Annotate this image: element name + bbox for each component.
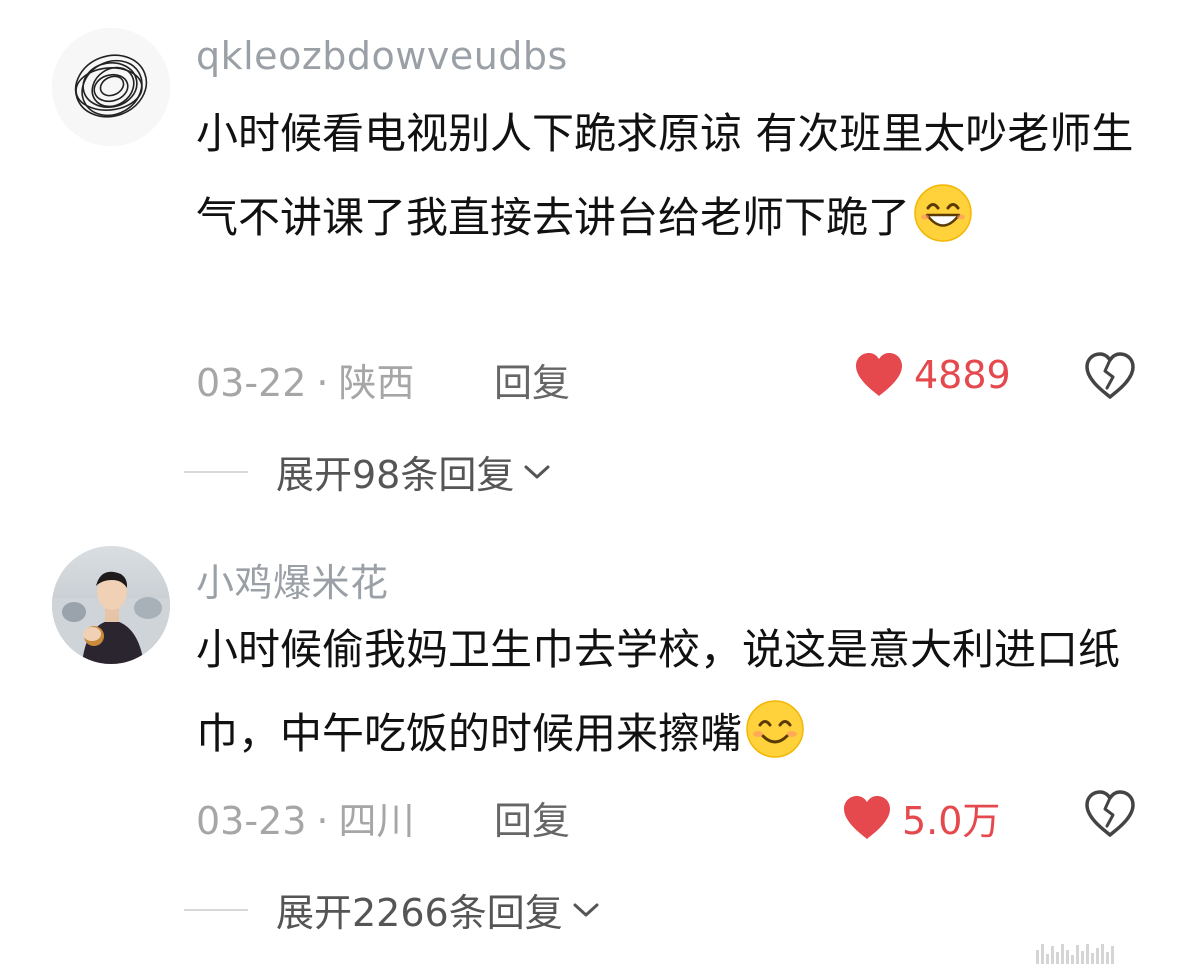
- heart-icon: [844, 795, 890, 839]
- grinning-face-icon: [912, 182, 974, 272]
- like-count: 4889: [914, 353, 1011, 397]
- comment-body: 小时候偷我妈卫生巾去学校，说这是意大利进口纸巾，中午吃饭的时候用来擦嘴: [196, 625, 1121, 758]
- expand-replies-label[interactable]: 展开98条回复: [276, 444, 514, 499]
- person-photo-icon: [52, 546, 170, 664]
- avatar[interactable]: [52, 546, 170, 664]
- comment-location: 陕西: [338, 361, 415, 405]
- reply-button[interactable]: 回复: [494, 790, 570, 845]
- expand-replies[interactable]: 展开98条回复: [184, 444, 552, 499]
- chevron-down-icon: [524, 465, 550, 478]
- divider: [184, 908, 248, 911]
- comment-date: 03-23: [196, 799, 307, 843]
- comment-date: 03-22: [196, 361, 307, 405]
- avatar[interactable]: [52, 28, 170, 146]
- like-button[interactable]: 5.0万: [842, 790, 1000, 845]
- comment-text: 小时候看电视别人下跪求原谅 有次班里太吵老师生气不讲课了我直接去讲台给老师下跪了: [196, 92, 1166, 272]
- meta-separator: ·: [316, 799, 329, 843]
- reply-button[interactable]: 回复: [494, 352, 570, 407]
- comment-meta: 03-22 · 陕西: [196, 352, 415, 407]
- divider: [184, 470, 248, 473]
- meta-separator: ·: [316, 361, 329, 405]
- broken-heart-icon: [1085, 352, 1135, 399]
- username[interactable]: 小鸡爆米花: [196, 552, 389, 607]
- expand-replies-label[interactable]: 展开2266条回复: [276, 882, 563, 937]
- chevron-down-icon: [573, 903, 599, 916]
- scribble-avatar-icon: [52, 28, 170, 146]
- expand-replies[interactable]: 展开2266条回复: [184, 882, 601, 937]
- watermark: [1036, 942, 1186, 964]
- comment-location: 四川: [338, 799, 415, 843]
- heart-icon: [856, 353, 902, 396]
- dislike-button[interactable]: [1084, 352, 1136, 404]
- comment-text: 小时候偷我妈卫生巾去学校，说这是意大利进口纸巾，中午吃饭的时候用来擦嘴: [196, 608, 1166, 788]
- like-count: 5.0万: [902, 799, 1001, 843]
- comment-body: 小时候看电视别人下跪求原谅 有次班里太吵老师生气不讲课了我直接去讲台给老师下跪了: [196, 109, 1134, 242]
- username[interactable]: qkleozbdowveudbs: [196, 34, 568, 78]
- like-button[interactable]: 4889: [854, 352, 1011, 398]
- comment-meta: 03-23 · 四川: [196, 790, 415, 845]
- dislike-button[interactable]: [1084, 790, 1136, 842]
- broken-heart-icon: [1085, 790, 1135, 837]
- smiling-face-icon: [744, 698, 806, 788]
